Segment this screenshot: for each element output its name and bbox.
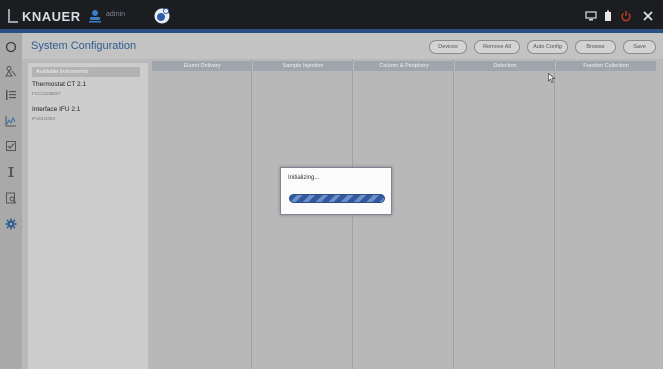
instruments-icon[interactable] bbox=[4, 64, 18, 78]
close-icon[interactable] bbox=[640, 8, 656, 24]
instrument-serial: IFU0U1093 bbox=[32, 116, 56, 121]
page-title: System Configuration bbox=[31, 40, 137, 52]
instrument-name[interactable]: Interface IFU 2.1 bbox=[32, 106, 80, 113]
checklist-icon[interactable] bbox=[4, 139, 18, 153]
column-detection[interactable]: Detection bbox=[455, 59, 555, 369]
settings-icon[interactable] bbox=[4, 217, 18, 231]
mouse-cursor-icon bbox=[548, 73, 556, 83]
instrument-name[interactable]: Thermostat CT 2.1 bbox=[32, 81, 86, 88]
chart-icon[interactable] bbox=[4, 114, 18, 128]
method-icon[interactable] bbox=[4, 88, 18, 102]
auto-config-button[interactable]: Auto Config bbox=[527, 40, 568, 54]
save-button[interactable]: Save bbox=[623, 40, 656, 54]
column-fraction-collection[interactable]: Fraction Collection bbox=[556, 59, 656, 369]
remove-all-button[interactable]: Remove All bbox=[474, 40, 520, 54]
configuration-columns: Eluent Delivery Sample Injection Column … bbox=[152, 59, 656, 369]
column-eluent-delivery[interactable]: Eluent Delivery bbox=[152, 59, 252, 369]
brand-name: KNAUER bbox=[22, 8, 81, 24]
initializing-dialog: Initializing... bbox=[280, 167, 392, 215]
battery-icon bbox=[601, 8, 615, 24]
dialog-message: Initializing... bbox=[288, 175, 320, 181]
column-header: Eluent Delivery bbox=[152, 61, 252, 71]
user-icon[interactable] bbox=[88, 9, 102, 23]
progress-bar bbox=[289, 194, 385, 203]
column-header: Fraction Collection bbox=[556, 61, 656, 71]
column-header: Sample Injection bbox=[253, 61, 353, 71]
browse-button[interactable]: Browse bbox=[575, 40, 616, 54]
page-header: System Configuration Devices Remove All … bbox=[22, 33, 663, 59]
gear-bubble-icon[interactable] bbox=[153, 7, 171, 25]
available-instruments-panel: Available Instruments Thermostat CT 2.1 … bbox=[28, 63, 148, 369]
home-icon[interactable] bbox=[4, 40, 18, 54]
search-doc-icon[interactable] bbox=[4, 191, 18, 205]
network-icon[interactable] bbox=[583, 8, 599, 24]
info-icon[interactable] bbox=[4, 165, 18, 179]
instrument-serial: FCC21185007 bbox=[32, 91, 61, 96]
column-header: Detection bbox=[455, 61, 555, 71]
knauer-logo-icon bbox=[8, 9, 18, 23]
brand: KNAUER bbox=[8, 8, 81, 24]
power-icon[interactable] bbox=[618, 8, 634, 24]
icon-rail bbox=[0, 33, 22, 369]
instruments-header: Available Instruments bbox=[32, 67, 140, 77]
top-bar: KNAUER admin bbox=[0, 0, 663, 33]
devices-button[interactable]: Devices bbox=[429, 40, 467, 54]
column-header: Column & Periphery bbox=[354, 61, 454, 71]
user-name: admin bbox=[106, 11, 126, 18]
